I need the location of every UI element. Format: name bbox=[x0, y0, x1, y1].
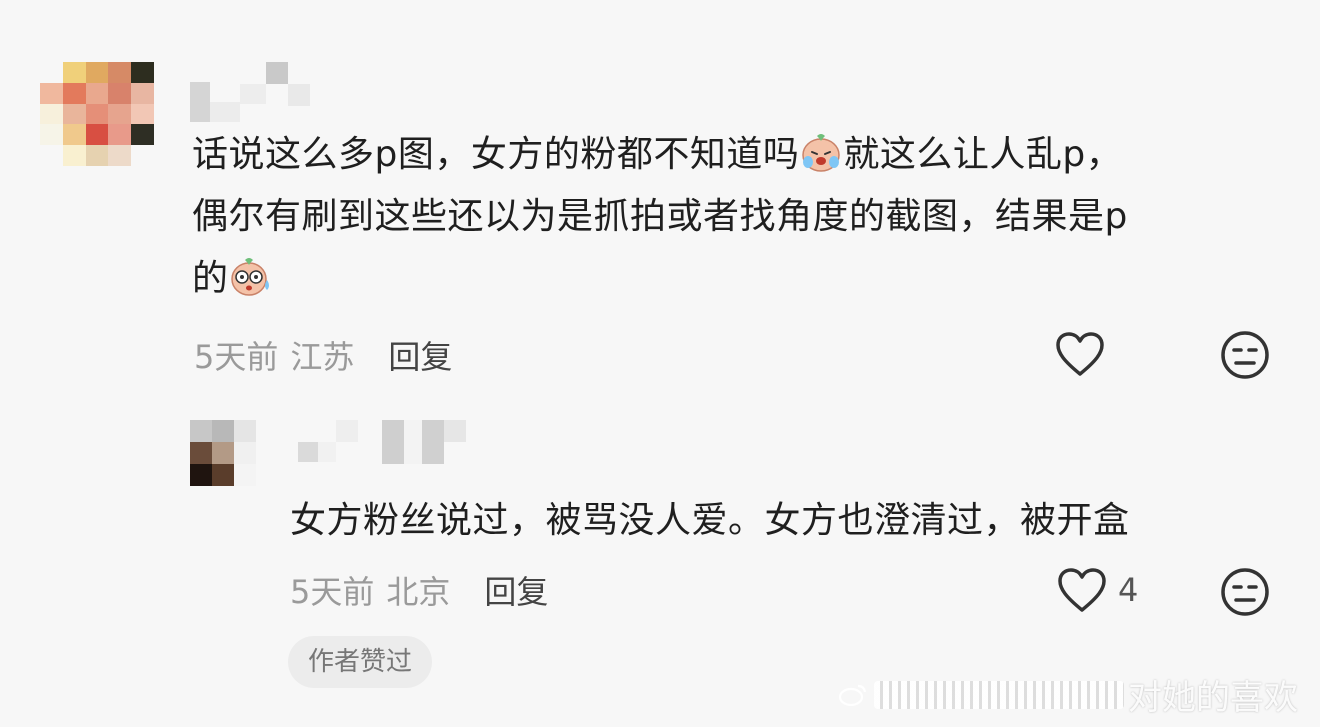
like-button[interactable]: 4 bbox=[1056, 566, 1138, 614]
username-redacted[interactable] bbox=[190, 62, 310, 122]
comment-meta: 5天前 北京 回复 bbox=[290, 565, 548, 615]
neutral-face-icon bbox=[1221, 331, 1269, 379]
dislike-button[interactable] bbox=[1220, 567, 1270, 617]
like-button[interactable] bbox=[1054, 330, 1106, 378]
comment-text: 话说这么多p图，女方的粉都不知道吗 就这么让人乱p， 偶尔有刷到这些还以为是抓拍… bbox=[192, 124, 1292, 310]
comment-time: 5天前 bbox=[194, 338, 279, 376]
comment-time: 5天前 bbox=[290, 573, 375, 611]
reply-button[interactable]: 回复 bbox=[388, 332, 452, 378]
like-count: 4 bbox=[1118, 571, 1139, 609]
watermark-text: 对她的喜欢 bbox=[1128, 678, 1298, 718]
comment-meta: 5天前 江苏 回复 bbox=[194, 330, 452, 380]
crying-emoji bbox=[802, 134, 841, 172]
watermark-redacted bbox=[874, 680, 1124, 709]
comment-location: 江苏 bbox=[290, 338, 355, 376]
avatar[interactable] bbox=[190, 420, 256, 486]
heart-outline-icon bbox=[1056, 332, 1104, 376]
author-liked-badge: 作者赞过 bbox=[288, 636, 433, 688]
reply-button[interactable]: 回复 bbox=[484, 567, 548, 613]
comment-text: 女方粉丝说过，被骂没人爱。女方也澄清过，被开盒 bbox=[290, 500, 1130, 541]
watermark: 对她的喜欢 bbox=[838, 670, 1298, 719]
neutral-face-icon bbox=[1221, 568, 1269, 616]
comment-location: 北京 bbox=[386, 573, 451, 611]
avatar[interactable] bbox=[40, 62, 154, 166]
dislike-button[interactable] bbox=[1220, 330, 1270, 380]
username-redacted[interactable] bbox=[298, 420, 466, 464]
shocked-sweat-emoji bbox=[230, 258, 269, 296]
heart-outline-icon bbox=[1058, 568, 1106, 612]
weibo-logo-icon bbox=[838, 684, 867, 706]
